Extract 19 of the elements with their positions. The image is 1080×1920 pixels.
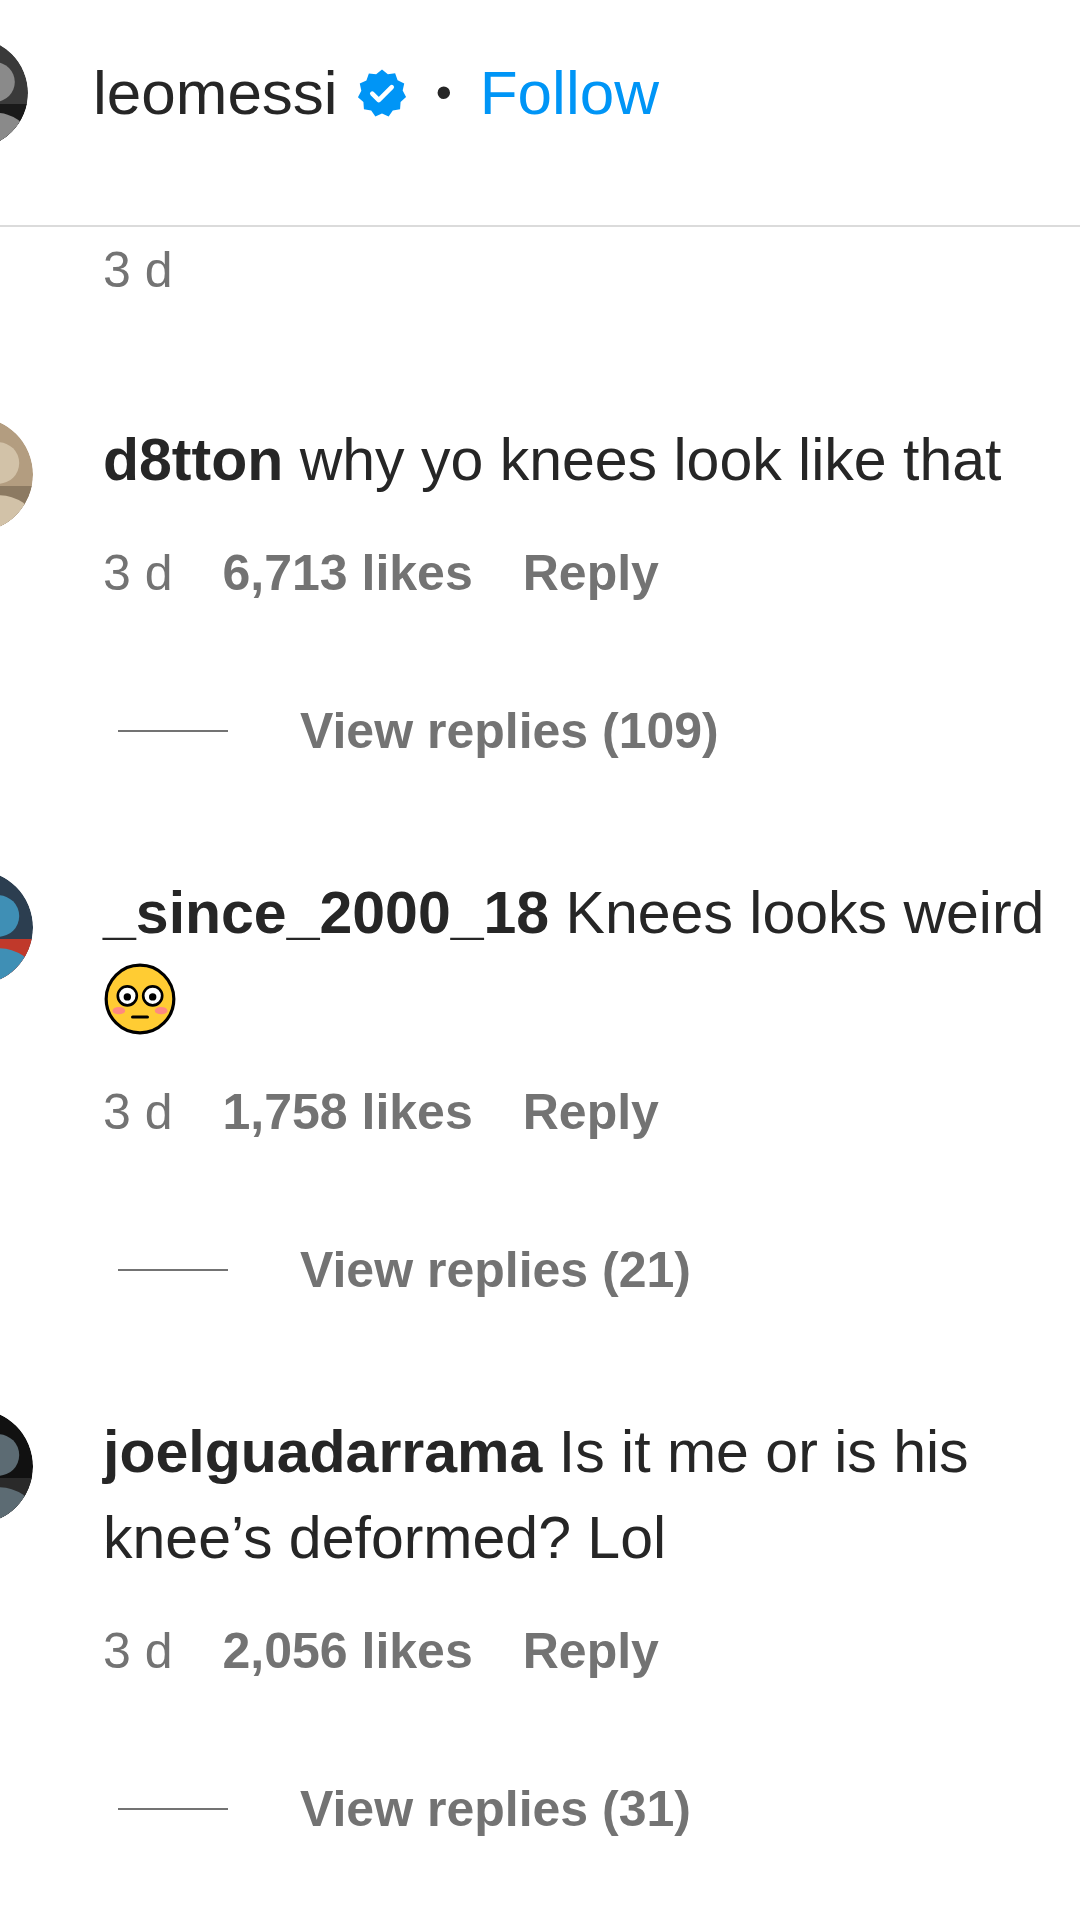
username[interactable]: leomessi xyxy=(93,46,338,139)
reply-button[interactable]: Reply xyxy=(522,1621,659,1681)
reply-button[interactable]: Reply xyxy=(522,1082,659,1142)
comment-text: joelguadarrama Is it me or is his knee’s deformed? Lol xyxy=(103,1418,970,1573)
separator: • xyxy=(434,65,453,120)
like-count[interactable]: 2,056 likes xyxy=(222,1621,473,1681)
view-replies-button[interactable]: View replies (21) xyxy=(300,1245,691,1295)
comment-time: 3 d xyxy=(103,242,173,298)
comment-time: 3 d xyxy=(103,1622,173,1681)
comment-time: 3 d xyxy=(103,1083,173,1142)
comment-text: _since_2000_18 Knees looks weird xyxy=(103,879,1046,948)
like-count[interactable]: 1,758 likes xyxy=(222,1082,473,1142)
like-count[interactable]: 6,713 likes xyxy=(222,543,473,603)
view-replies-button[interactable]: View replies (109) xyxy=(300,706,719,756)
reply-button[interactable]: Reply xyxy=(522,543,659,603)
view-replies-button[interactable]: View replies (31) xyxy=(300,1784,691,1834)
comment-time: 3 d xyxy=(103,544,173,603)
comment-text: d8tton why yo knees look like that xyxy=(103,426,1003,495)
follow-button[interactable]: Follow xyxy=(479,46,659,139)
